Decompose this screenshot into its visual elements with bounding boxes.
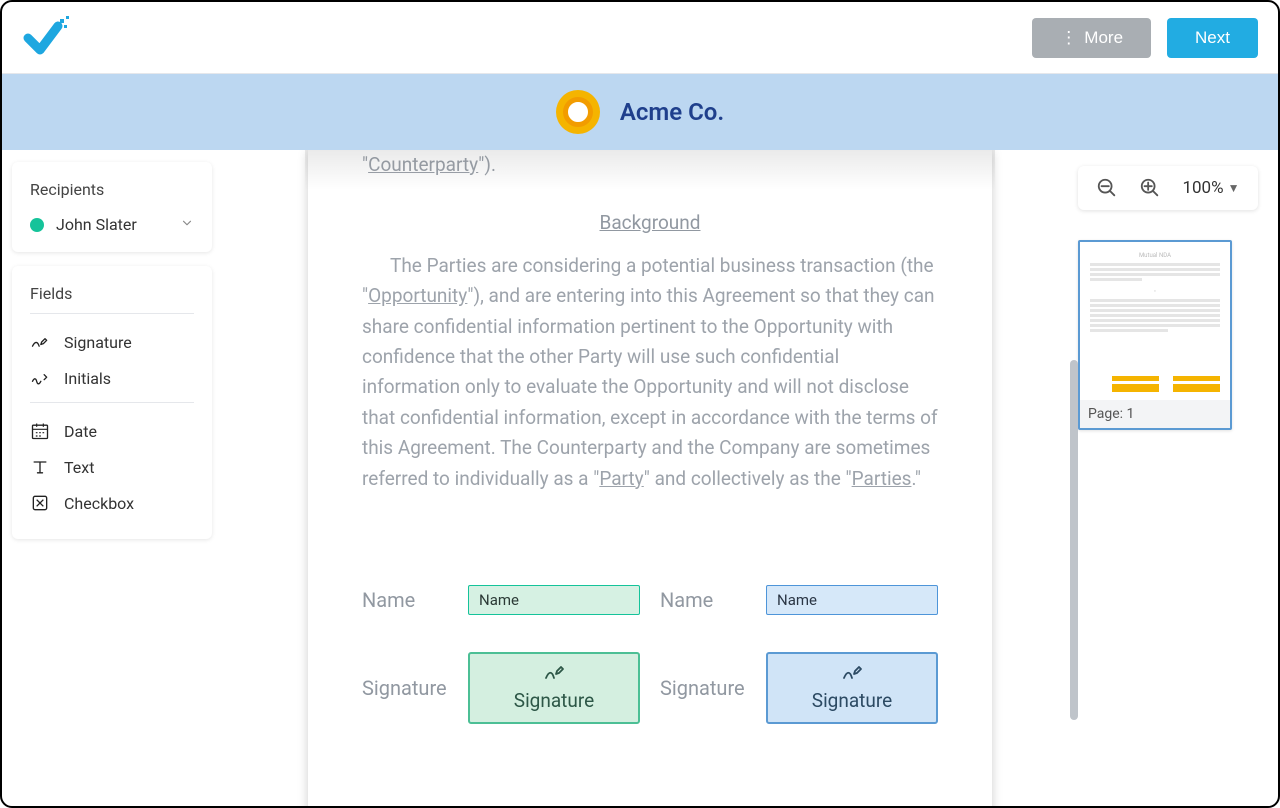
signature-row-right: Signature Signature [660, 652, 938, 724]
signature-label: Signature [362, 672, 454, 704]
field-text[interactable]: Text [30, 449, 194, 485]
field-initials[interactable]: Initials [30, 360, 194, 396]
checkmark-logo-icon [22, 16, 70, 60]
app-logo [22, 16, 70, 60]
recipients-title: Recipients [30, 180, 194, 199]
left-sidebar: Recipients John Slater Fields Signature [2, 150, 222, 806]
chevron-down-icon [180, 215, 194, 234]
signature-field-signer-2[interactable]: Signature [766, 652, 938, 724]
signature-icon [30, 332, 50, 352]
signature-field-signer-1[interactable]: Signature [468, 652, 640, 724]
caret-down-icon: ▼ [1228, 181, 1240, 195]
zoom-level-text: 100% [1182, 178, 1223, 198]
recipient-row[interactable]: John Slater [30, 215, 194, 234]
fields-panel: Fields Signature Initials Date [12, 266, 212, 539]
field-date[interactable]: Date [30, 413, 194, 449]
right-sidebar: 100% ▼ Mutual NDA • Page: 1 [1078, 150, 1278, 806]
text-icon [30, 457, 50, 477]
workspace: Recipients John Slater Fields Signature [2, 150, 1278, 806]
name-row-left: Name Name [362, 584, 640, 616]
recipients-panel: Recipients John Slater [12, 162, 212, 252]
topbar: ⋮ More Next [2, 2, 1278, 74]
field-checkbox[interactable]: Checkbox [30, 485, 194, 521]
more-button[interactable]: ⋮ More [1032, 18, 1151, 58]
zoom-in-button[interactable] [1139, 177, 1161, 199]
signature-grid: Name Name Name Name Signature Signature [362, 584, 938, 724]
name-label: Name [362, 584, 454, 616]
zoom-out-button[interactable] [1096, 177, 1118, 199]
more-button-label: More [1084, 28, 1123, 48]
next-button[interactable]: Next [1167, 18, 1258, 58]
field-label: Date [64, 422, 97, 441]
field-label: Text [64, 458, 94, 477]
checkbox-icon [30, 493, 50, 513]
name-field-signer-2[interactable]: Name [766, 585, 938, 615]
company-logo-icon [556, 90, 600, 134]
doc-fragment-counterparty: "Counterparty"). [362, 150, 938, 180]
signature-label: Signature [660, 672, 752, 704]
doc-section-title: Background [362, 208, 938, 238]
document-page[interactable]: "Counterparty"). Background The Parties … [308, 150, 992, 806]
initials-icon [30, 368, 50, 388]
divider [30, 313, 194, 314]
signature-row-left: Signature Signature [362, 652, 640, 724]
top-actions: ⋮ More Next [1032, 18, 1258, 58]
page-thumbnails: Mutual NDA • Page: 1 [1078, 240, 1232, 430]
thumbnail-preview: Mutual NDA • [1080, 242, 1230, 400]
signature-icon [838, 660, 866, 684]
name-field-signer-1[interactable]: Name [468, 585, 640, 615]
zoom-controls: 100% ▼ [1078, 166, 1258, 210]
name-row-right: Name Name [660, 584, 938, 616]
company-name: Acme Co. [620, 98, 724, 126]
field-label: Checkbox [64, 494, 134, 513]
vertical-scrollbar[interactable] [1070, 360, 1078, 720]
brand-strip: Acme Co. [2, 74, 1278, 150]
recipient-name: John Slater [56, 215, 168, 234]
fields-title: Fields [30, 284, 194, 303]
signature-icon [540, 660, 568, 684]
name-label: Name [660, 584, 752, 616]
field-label: Signature [64, 333, 132, 352]
calendar-icon [30, 421, 50, 441]
recipient-color-dot [30, 218, 44, 232]
document-canvas: "Counterparty"). Background The Parties … [222, 150, 1078, 806]
next-button-label: Next [1195, 28, 1230, 48]
field-label: Initials [64, 369, 111, 388]
kebab-icon: ⋮ [1060, 28, 1076, 48]
zoom-level-dropdown[interactable]: 100% ▼ [1182, 178, 1239, 198]
thumbnail-page-1[interactable]: Mutual NDA • Page: 1 [1078, 240, 1232, 430]
field-signature[interactable]: Signature [30, 324, 194, 360]
thumbnail-page-label: Page: 1 [1080, 400, 1230, 428]
divider [30, 402, 194, 403]
doc-paragraph: The Parties are considering a potential … [362, 251, 938, 494]
